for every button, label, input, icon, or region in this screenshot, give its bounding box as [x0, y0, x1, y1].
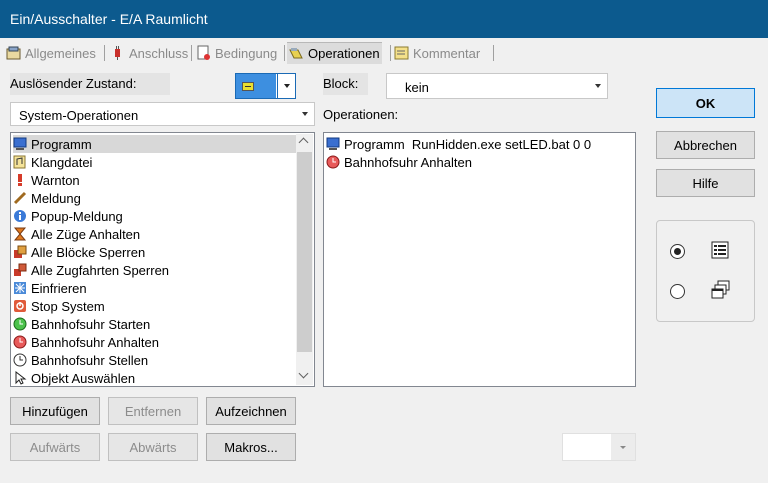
add-button[interactable]: Hinzufügen — [10, 397, 100, 425]
tab-operationen[interactable]: Operationen — [287, 42, 382, 64]
cursor-select-icon — [13, 370, 27, 385]
lock-blocks-icon — [13, 245, 27, 259]
move-down-button[interactable]: Abwärts — [108, 433, 198, 461]
scroll-down-icon[interactable] — [296, 368, 313, 385]
chevron-down-icon — [595, 84, 601, 88]
lock-routes-icon — [13, 263, 27, 277]
list-item[interactable]: Bahnhofsuhr Stellen — [13, 351, 148, 369]
operation-category-select[interactable]: System-Operationen — [10, 102, 315, 126]
tab-anschluss[interactable]: Anschluss — [110, 42, 188, 64]
tab-kommentar[interactable]: Kommentar — [394, 42, 480, 64]
condition-icon — [196, 45, 212, 61]
tab-allgemeines[interactable]: Allgemeines — [6, 42, 96, 64]
general-settings-icon — [6, 45, 22, 61]
operations-list[interactable]: Programm RunHidden.exe setLED.bat 0 0 Ba… — [323, 132, 636, 387]
list-item[interactable]: Warnton — [13, 171, 80, 189]
clock-stop-icon — [13, 335, 27, 349]
list-item[interactable]: Alle Zugfahrten Sperren — [13, 261, 169, 279]
scroll-up-icon[interactable] — [296, 134, 313, 151]
switch-state-icon — [242, 82, 254, 91]
list-item[interactable]: Alle Züge Anhalten — [13, 225, 140, 243]
scroll-thumb[interactable] — [297, 152, 312, 352]
list-item[interactable]: Objekt Auswählen — [13, 369, 135, 387]
tab-separator — [390, 45, 391, 61]
record-button[interactable]: Aufzeichnen — [206, 397, 296, 425]
title-bar: Ein/Ausschalter - E/A Raumlicht — [0, 0, 768, 38]
list-item[interactable]: Bahnhofsuhr Starten — [13, 315, 150, 333]
trigger-state-value[interactable] — [236, 74, 276, 98]
operations-label: Operationen: — [323, 107, 399, 122]
list-item[interactable]: Programm — [13, 135, 296, 153]
list-scrollbar[interactable] — [296, 134, 313, 385]
plug-icon — [110, 45, 126, 61]
tab-bedingung[interactable]: Bedingung — [196, 42, 277, 64]
program-icon — [326, 137, 340, 151]
list-item[interactable]: Einfrieren — [13, 279, 87, 297]
small-select[interactable] — [562, 433, 636, 461]
list-view-icon — [711, 241, 729, 262]
view-window-radio[interactable] — [670, 284, 685, 299]
view-mode-group — [656, 220, 755, 322]
window-title: Ein/Ausschalter - E/A Raumlicht — [10, 11, 208, 27]
list-item[interactable]: Alle Blöcke Sperren — [13, 243, 145, 261]
ok-button[interactable]: OK — [656, 88, 755, 118]
tab-strip: Allgemeines Anschluss Bedingung Operatio… — [0, 38, 768, 66]
clock-stop-icon — [326, 155, 340, 169]
list-item[interactable]: Meldung — [13, 189, 81, 207]
freeze-icon — [13, 281, 27, 295]
list-item[interactable]: Programm RunHidden.exe setLED.bat 0 0 — [326, 135, 591, 153]
info-popup-icon — [13, 209, 27, 223]
list-item[interactable]: Popup-Meldung — [13, 207, 123, 225]
message-pen-icon — [13, 191, 27, 205]
tab-separator — [191, 45, 192, 61]
trigger-state-button[interactable] — [235, 73, 296, 99]
view-list-radio[interactable] — [670, 244, 685, 259]
trigger-state-label: Auslösender Zustand: — [10, 73, 170, 95]
stop-system-icon — [13, 299, 27, 313]
chevron-down-icon — [302, 112, 308, 116]
cancel-button[interactable]: Abbrechen — [656, 131, 755, 159]
clock-set-icon — [13, 353, 27, 367]
tab-separator — [493, 45, 494, 61]
remove-button[interactable]: Entfernen — [108, 397, 198, 425]
list-item[interactable]: Bahnhofsuhr Anhalten — [13, 333, 159, 351]
tab-separator — [104, 45, 105, 61]
list-item[interactable]: Bahnhofsuhr Anhalten — [326, 153, 472, 171]
trigger-state-dropdown[interactable] — [277, 74, 295, 98]
operation-type-list[interactable]: Programm Klangdatei Warnton Meldung Popu… — [10, 132, 315, 387]
list-item[interactable]: Stop System — [13, 297, 105, 315]
program-icon — [13, 137, 27, 151]
sound-file-icon — [13, 155, 27, 169]
clock-start-icon — [13, 317, 27, 331]
list-item[interactable]: Klangdatei — [13, 153, 92, 171]
warning-tone-icon — [13, 173, 27, 187]
move-up-button[interactable]: Aufwärts — [10, 433, 100, 461]
multi-window-icon — [711, 280, 731, 303]
comment-icon — [394, 45, 410, 61]
block-select[interactable]: kein — [386, 73, 608, 99]
help-button[interactable]: Hilfe — [656, 169, 755, 197]
tab-separator — [284, 45, 285, 61]
stop-trains-icon — [13, 227, 27, 241]
operations-icon — [289, 46, 305, 62]
block-label: Block: — [323, 73, 368, 95]
chevron-down-icon[interactable] — [611, 434, 635, 460]
macros-button[interactable]: Makros... — [206, 433, 296, 461]
